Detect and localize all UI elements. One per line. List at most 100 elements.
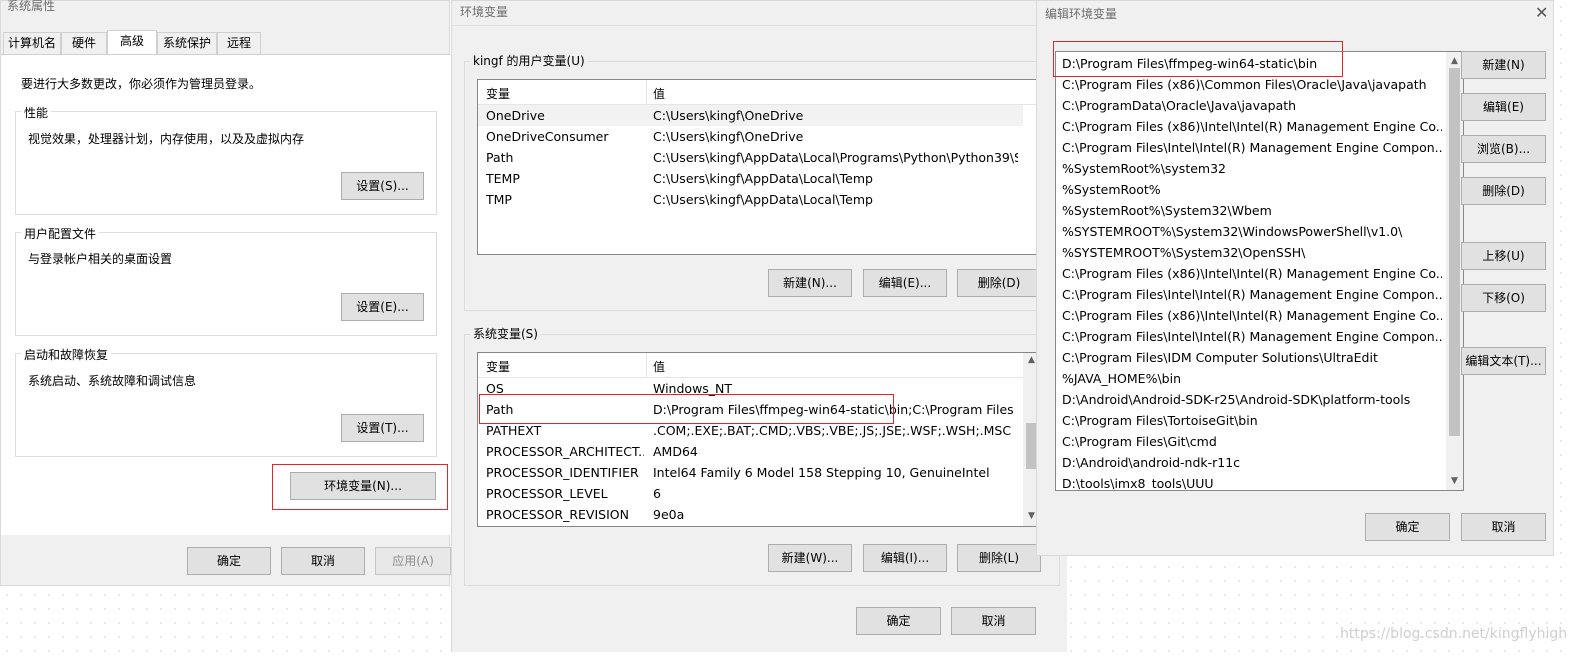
edit-button[interactable]: 编辑(E) — [1461, 93, 1546, 121]
user-variable-row[interactable]: OneDriveConsumer C:\Users\kingf\OneDrive — [478, 126, 1018, 147]
path-entry[interactable]: C:\Program Files\Intel\Intel(R) Manageme… — [1062, 137, 1442, 158]
system-delete-button[interactable]: 删除(L) — [957, 544, 1041, 572]
user-variable-row[interactable]: TEMP C:\Users\kingf\AppData\Local\Temp — [478, 168, 1018, 189]
edit-text-button[interactable]: 编辑文本(T)... — [1461, 347, 1546, 375]
move-up-button[interactable]: 上移(U) — [1461, 242, 1546, 270]
tab-remote[interactable]: 远程 — [217, 32, 261, 54]
system-variable-row[interactable]: PROCESSOR_ARCHITECT... AMD64 — [478, 441, 1018, 462]
path-entry[interactable]: D:\Android\Android-SDK-r25\Android-SDK\p… — [1062, 389, 1442, 410]
header-divider — [646, 353, 647, 377]
variable-value: C:\Users\kingf\AppData\Local\Temp — [653, 171, 873, 186]
variable-value: C:\Users\kingf\AppData\Local\Temp — [653, 192, 873, 207]
performance-label: 性能 — [21, 104, 52, 121]
path-entry[interactable]: %SYSTEMROOT%\System32\OpenSSH\ — [1062, 242, 1442, 263]
ok-button[interactable]: 确定 — [856, 607, 941, 635]
system-new-button[interactable]: 新建(W)... — [768, 544, 852, 572]
variable-value: C:\Users\kingf\OneDrive — [653, 129, 804, 144]
path-entry[interactable]: %SYSTEMROOT%\System32\WindowsPowerShell\… — [1062, 221, 1442, 242]
user-variable-row[interactable]: TMP C:\Users\kingf\AppData\Local\Temp — [478, 189, 1018, 210]
ok-button[interactable]: 确定 — [187, 547, 271, 575]
path-entries-list[interactable]: D:\Program Files\ffmpeg-win64-static\bin… — [1055, 51, 1464, 491]
ok-button[interactable]: 确定 — [1365, 513, 1450, 541]
tab-hardware[interactable]: 硬件 — [61, 32, 107, 54]
user-profile-desc: 与登录帐户相关的桌面设置 — [28, 252, 173, 266]
environment-variables-window: 环境变量 kingf 的用户变量(U) 变量 值 OneDrive C:\User… — [451, 0, 1067, 652]
user-edit-button[interactable]: 编辑(E)... — [863, 269, 947, 297]
browse-button[interactable]: 浏览(B)... — [1461, 135, 1546, 163]
path-entry[interactable]: C:\Program Files\Git\cmd — [1062, 431, 1442, 452]
window-title: 编辑环境变量 — [1045, 7, 1118, 21]
user-variables-label: kingf 的用户变量(U) — [470, 52, 588, 69]
tab-panel: 要进行大多数更改，你必须作为管理员登录。 性能 视觉效果，处理器计划，内存使用，… — [1, 54, 450, 535]
column-header-variable[interactable]: 变量 — [486, 358, 510, 375]
tab-system-protection[interactable]: 系统保护 — [157, 32, 217, 54]
variable-value: AMD64 — [653, 444, 698, 459]
system-variable-row[interactable]: PROCESSOR_REVISION 9e0a — [478, 504, 1018, 525]
first-entry-highlight-box — [1053, 41, 1343, 77]
path-entry[interactable]: D:\tools\imx8_tools\UUU — [1062, 473, 1442, 490]
startup-recovery-label: 启动和故障恢复 — [21, 346, 112, 363]
variable-name: PROCESSOR_LEVEL — [486, 486, 608, 501]
path-entry[interactable]: %JAVA_HOME%\bin — [1062, 368, 1442, 389]
system-variables-list[interactable]: 变量 值 OS Windows_NT Path D:\Program Files\ff… — [477, 352, 1040, 527]
delete-button[interactable]: 删除(D) — [1461, 177, 1546, 205]
path-entry[interactable]: C:\Program Files\Intel\Intel(R) Manageme… — [1062, 284, 1442, 305]
performance-settings-button[interactable]: 设置(S)... — [341, 172, 424, 200]
path-entry[interactable]: C:\Program Files\Intel\Intel(R) Manageme… — [1062, 326, 1442, 347]
variable-value: 9e0a — [653, 507, 685, 522]
path-entry[interactable]: C:\Program Files (x86)\Intel\Intel(R) Ma… — [1062, 116, 1442, 137]
scroll-down-icon[interactable]: ▼ — [1446, 476, 1463, 486]
variable-name: OneDriveConsumer — [486, 129, 609, 144]
apply-button[interactable]: 应用(A) — [375, 547, 451, 575]
column-header-variable[interactable]: 变量 — [486, 85, 510, 102]
cancel-button[interactable]: 取消 — [951, 607, 1036, 635]
path-entry[interactable]: %SystemRoot%\system32 — [1062, 158, 1442, 179]
admin-note: 要进行大多数更改，你必须作为管理员登录。 — [21, 77, 262, 91]
user-delete-button[interactable]: 删除(D) — [957, 269, 1041, 297]
variable-value: Intel64 Family 6 Model 158 Stepping 10, … — [653, 465, 990, 480]
path-entry[interactable]: %SystemRoot%\System32\Wbem — [1062, 200, 1442, 221]
path-entry[interactable]: C:\Program Files (x86)\Intel\Intel(R) Ma… — [1062, 305, 1442, 326]
header-divider — [646, 80, 647, 104]
cancel-button[interactable]: 取消 — [281, 547, 365, 575]
cancel-button[interactable]: 取消 — [1461, 513, 1546, 541]
window-title: 环境变量 — [460, 5, 509, 19]
path-entry[interactable]: C:\Program Files\TortoiseGit\bin — [1062, 410, 1442, 431]
tab-advanced[interactable]: 高级 — [107, 30, 157, 55]
highlight-box — [272, 464, 448, 510]
system-properties-window: 系统属性 计算机名 硬件 高级 系统保护 远程 要进行大多数更改，你必须作为管理… — [0, 0, 451, 586]
user-variable-row[interactable]: OneDrive C:\Users\kingf\OneDrive — [478, 105, 1018, 126]
user-variable-row[interactable]: Path C:\Users\kingf\AppData\Local\Program… — [478, 147, 1018, 168]
variable-name: PROCESSOR_IDENTIFIER — [486, 465, 639, 480]
variable-value: C:\Users\kingf\AppData\Local\Programs\Py… — [653, 150, 1018, 165]
system-variable-row[interactable]: PROCESSOR_LEVEL 6 — [478, 483, 1018, 504]
user-variables-list[interactable]: 变量 值 OneDrive C:\Users\kingf\OneDrive OneD… — [477, 79, 1050, 255]
close-icon[interactable]: ✕ — [1535, 3, 1548, 22]
user-profile-settings-button[interactable]: 设置(E)... — [341, 293, 424, 321]
startup-recovery-settings-button[interactable]: 设置(T)... — [341, 414, 424, 442]
startup-recovery-desc: 系统启动、系统故障和调试信息 — [28, 374, 197, 388]
path-entry[interactable]: D:\Android\android-ndk-r11c — [1062, 452, 1442, 473]
variable-name: PROCESSOR_ARCHITECT... — [486, 444, 644, 459]
variable-name: TMP — [486, 192, 512, 207]
path-entry[interactable]: C:\Program Files (x86)\Common Files\Orac… — [1062, 74, 1442, 95]
user-profile-label: 用户配置文件 — [21, 225, 100, 242]
column-header-value[interactable]: 值 — [653, 358, 665, 375]
path-highlight-box — [479, 394, 894, 424]
system-variable-row[interactable]: PROCESSOR_IDENTIFIER Intel64 Family 6 Mod… — [478, 462, 1018, 483]
path-entry[interactable]: %SystemRoot% — [1062, 179, 1442, 200]
path-entry[interactable]: C:\Program Files\IDM Computer Solutions\… — [1062, 347, 1442, 368]
system-edit-button[interactable]: 编辑(I)... — [863, 544, 947, 572]
column-header-value[interactable]: 值 — [653, 85, 665, 102]
variable-value: C:\Users\kingf\OneDrive — [653, 108, 804, 123]
new-button[interactable]: 新建(N) — [1461, 51, 1546, 79]
tab-computer-name[interactable]: 计算机名 — [3, 32, 61, 54]
variable-value: 6 — [653, 486, 661, 501]
scroll-thumb[interactable] — [1449, 68, 1460, 436]
user-new-button[interactable]: 新建(N)... — [768, 269, 852, 297]
path-entry[interactable]: C:\ProgramData\Oracle\Java\javapath — [1062, 95, 1442, 116]
window-title: 系统属性 — [7, 0, 56, 13]
variable-name: TEMP — [486, 171, 520, 186]
move-down-button[interactable]: 下移(O) — [1461, 284, 1546, 312]
path-entry[interactable]: C:\Program Files (x86)\Intel\Intel(R) Ma… — [1062, 263, 1442, 284]
